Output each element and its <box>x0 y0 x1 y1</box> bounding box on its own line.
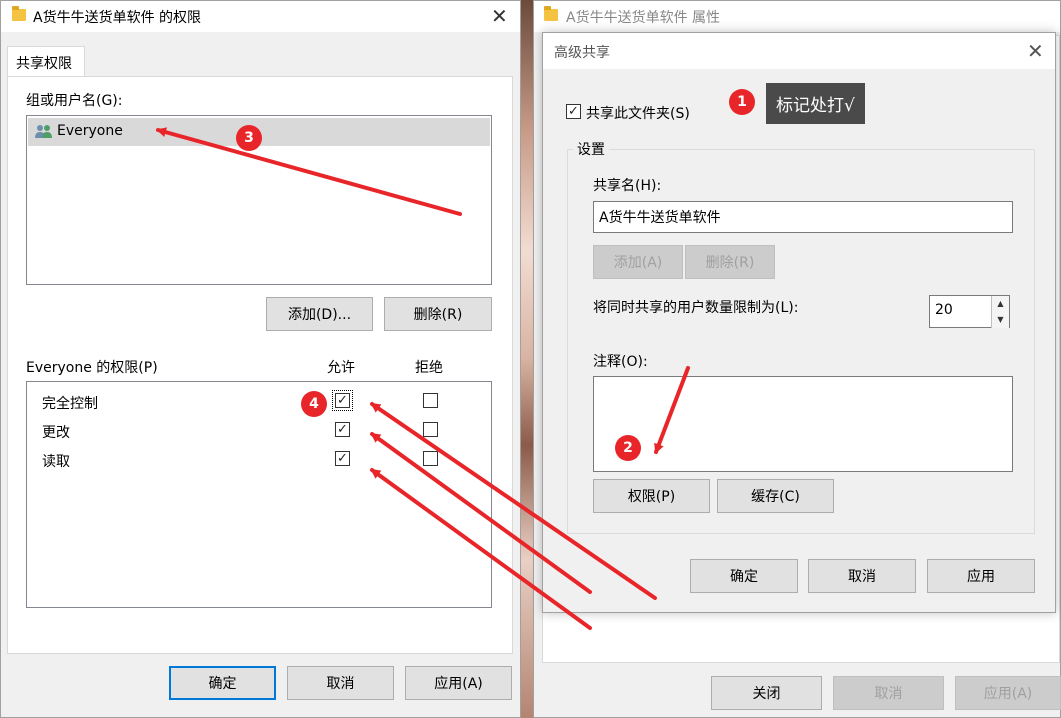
advanced-title-bar: 高级共享 ✕ <box>543 33 1055 69</box>
annotation-badge-3: 3 <box>236 125 262 151</box>
allow-change-checkbox[interactable]: ✓ <box>335 422 350 437</box>
permission-change: 更改 <box>42 425 70 441</box>
spin-down-icon[interactable]: ▼ <box>991 312 1009 328</box>
allow-full-control-checkbox[interactable]: ✓ <box>332 390 353 411</box>
share-name-label: 共享名(H): <box>593 178 662 194</box>
user-name: Everyone <box>57 123 123 139</box>
user-limit-stepper[interactable]: 20 ▲ ▼ <box>929 295 1010 328</box>
permission-full-control: 完全控制 <box>42 396 98 412</box>
settings-label: 设置 <box>573 139 609 159</box>
annotation-tooltip: 标记处打√ <box>766 83 865 124</box>
annotation-badge-2: 2 <box>615 435 641 461</box>
ok-button[interactable]: 确定 <box>169 666 276 700</box>
annotation-badge-4: 4 <box>301 391 327 417</box>
title-bar: A货牛牛送货单软件 的权限 ✕ <box>1 1 520 32</box>
deny-change-checkbox[interactable] <box>423 422 438 437</box>
share-name-field[interactable]: A货牛牛送货单软件 <box>593 201 1013 233</box>
share-folder-checkbox[interactable]: ✓ <box>566 104 581 119</box>
advanced-title: 高级共享 <box>554 45 610 61</box>
properties-title: A货牛牛送货单软件 属性 <box>566 10 721 26</box>
deny-header: 拒绝 <box>415 360 443 376</box>
allow-header: 允许 <box>327 360 355 376</box>
permissions-header: Everyone 的权限(P) <box>26 360 158 376</box>
properties-title-bar: A货牛牛送货单软件 属性 <box>534 1 1060 32</box>
folder-icon <box>544 6 558 21</box>
deny-read-checkbox[interactable] <box>423 451 438 466</box>
advanced-cancel-button[interactable]: 取消 <box>808 559 916 593</box>
tab-label: 共享权限 <box>16 56 72 72</box>
annotation-badge-1: 1 <box>729 89 755 115</box>
remove-user-button[interactable]: 删除(R) <box>384 297 492 331</box>
remove-share-button[interactable]: 删除(R) <box>685 245 775 279</box>
caching-button[interactable]: 缓存(C) <box>717 479 834 513</box>
tab-share-permissions[interactable]: 共享权限 <box>7 46 85 77</box>
share-name-value: A货牛牛送货单软件 <box>599 210 721 226</box>
permissions-button[interactable]: 权限(P) <box>593 479 710 513</box>
apply-button[interactable]: 应用(A) <box>405 666 512 700</box>
user-limit-label: 将同时共享的用户数量限制为(L): <box>593 300 799 316</box>
close-button[interactable]: 关闭 <box>711 676 822 710</box>
users-icon <box>34 124 54 140</box>
window-title: A货牛牛送货单软件 的权限 <box>33 10 202 26</box>
share-folder-label: 共享此文件夹(S) <box>586 106 690 122</box>
deny-full-control-checkbox[interactable] <box>423 393 438 408</box>
user-limit-value: 20 <box>935 302 953 318</box>
group-user-label: 组或用户名(G): <box>26 93 123 109</box>
close-icon[interactable]: ✕ <box>491 6 508 26</box>
allow-read-checkbox[interactable]: ✓ <box>335 451 350 466</box>
properties-apply-button[interactable]: 应用(A) <box>955 676 1061 710</box>
properties-cancel-button[interactable]: 取消 <box>833 676 944 710</box>
close-icon[interactable]: ✕ <box>1027 41 1044 61</box>
permissions-list: 完全控制 更改 读取 ✓ ✓ ✓ <box>26 381 492 608</box>
advanced-ok-button[interactable]: 确定 <box>690 559 798 593</box>
add-user-button[interactable]: 添加(D)... <box>266 297 373 331</box>
permissions-dialog: A货牛牛送货单软件 的权限 ✕ 共享权限 组或用户名(G): Everyone … <box>0 0 521 718</box>
permission-read: 读取 <box>42 454 70 470</box>
comment-field[interactable] <box>593 376 1013 472</box>
comment-label: 注释(O): <box>593 354 648 370</box>
add-share-button[interactable]: 添加(A) <box>593 245 683 279</box>
cancel-button[interactable]: 取消 <box>287 666 394 700</box>
advanced-apply-button[interactable]: 应用 <box>927 559 1035 593</box>
spin-up-icon[interactable]: ▲ <box>991 296 1009 312</box>
folder-icon <box>12 6 26 21</box>
